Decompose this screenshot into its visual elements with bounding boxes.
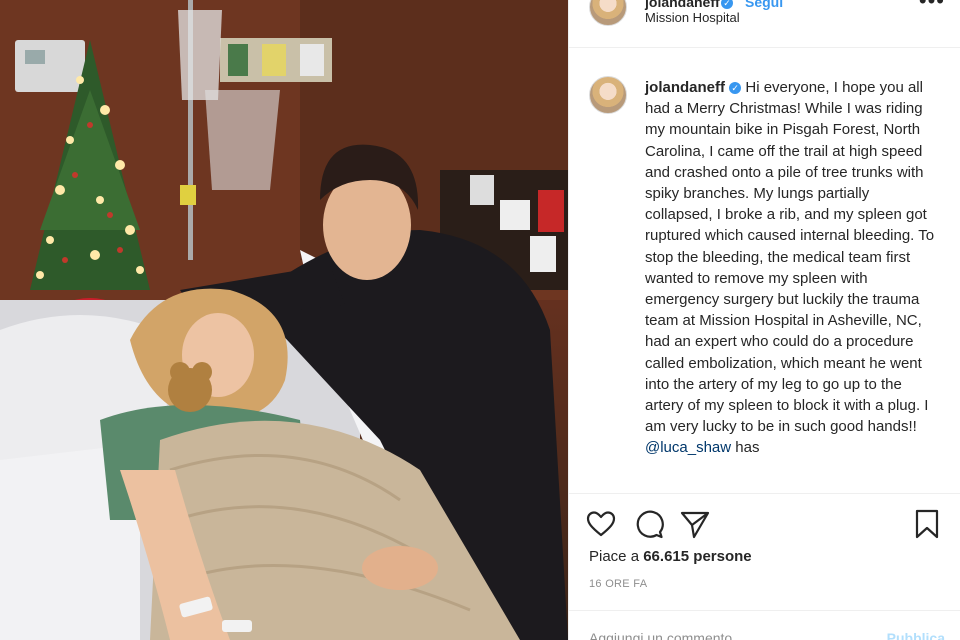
author-username[interactable]: jolandaneff [645,0,720,10]
caption-verified-badge-icon: ✓ [729,82,742,95]
post-side-panel: jolandaneff ✓ Segui Mission Hospital •••… [568,0,960,640]
hospital-scene-illustration [0,0,568,640]
comments-section[interactable]: jolandaneff ✓ Hi everyone, I hope you al… [569,48,960,494]
heart-icon[interactable] [585,508,617,540]
caption-mention-link[interactable]: @luca_shaw [645,439,731,456]
author-avatar[interactable] [589,0,627,26]
post-caption: jolandaneff ✓ Hi everyone, I hope you al… [645,77,935,459]
caption-text: Hi everyone, I hope you all had a Merry … [645,79,935,436]
comment-input[interactable]: Aggiungi un commento... [589,630,744,640]
bookmark-icon[interactable] [911,508,943,540]
verified-badge-icon: ✓ [721,0,733,9]
likes-count[interactable]: Piace a 66.615 persone [589,548,752,565]
likes-prefix: Piace a [589,548,640,565]
comment-form: Aggiungi un commento... Pubblica [569,610,960,640]
caption-username[interactable]: jolandaneff [645,79,725,96]
post-location[interactable]: Mission Hospital [645,10,740,25]
share-icon[interactable] [679,508,711,540]
comment-icon[interactable] [633,508,665,540]
more-options-icon[interactable]: ••• [919,0,945,14]
post-timestamp: 16 ORE FA [589,578,648,590]
follow-button[interactable]: Segui [745,0,783,10]
publish-button[interactable]: Pubblica [887,630,945,640]
post-header: jolandaneff ✓ Segui Mission Hospital ••• [569,0,960,48]
post-photo[interactable] [0,0,568,640]
caption-tail-text: has [735,439,760,457]
likes-suffix: persone [693,548,752,565]
caption-author-avatar[interactable] [589,76,627,114]
likes-number: 66.615 [643,548,690,565]
